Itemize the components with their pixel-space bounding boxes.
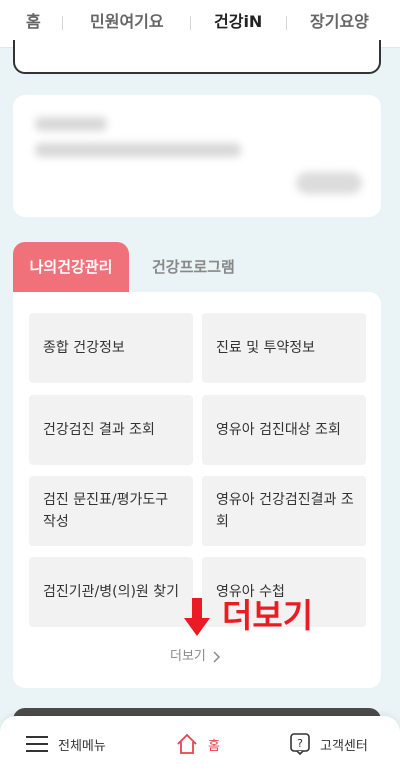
help-icon: ? [290,733,310,755]
tab-divider [62,16,63,30]
nav-all-menu[interactable]: 전체메뉴 [26,716,106,772]
menu-tile-label: 검진 문진표/평가도구 작성 [43,492,169,530]
menu-tile-label: 건강검진 결과 조회 [43,422,155,438]
tab-health-program[interactable]: 건강프로그램 [152,242,235,293]
home-icon [177,733,197,754]
menu-tile[interactable]: 건강검진 결과 조회 [29,395,193,465]
blurred-button [296,172,362,194]
nav-home[interactable]: 홈 [176,716,220,772]
menu-tile-label: 영유아 건강검진결과 조회 [216,492,354,530]
menu-tile-label: 검진기관/병(의)원 찾기 [43,584,180,600]
tab-divider [286,16,287,30]
blurred-text [35,143,241,157]
tab-divider [190,16,191,30]
blurred-text [35,117,107,131]
nav-customer-center-label: 고객센터 [320,738,368,754]
nav-all-menu-label: 전체메뉴 [58,738,106,754]
menu-tile-label: 종합 건강정보 [43,340,125,356]
tab-my-health[interactable]: 나의건강관리 [13,242,129,293]
nav-home-label: 홈 [208,738,220,754]
more-link[interactable]: 더보기 [170,646,220,668]
menu-tile[interactable]: 영유아 검진대상 조회 [202,395,366,465]
menu-tile-label: 영유아 검진대상 조회 [216,422,341,438]
chevron-right-icon [213,651,220,663]
svg-text:?: ? [297,737,303,750]
menu-tile[interactable]: 영유아 건강검진결과 조회 [202,476,366,546]
menu-tile[interactable]: 검진기관/병(의)원 찾기 [29,557,193,627]
menu-tile[interactable]: 종합 건강정보 [29,313,193,383]
more-annotation: 더보기 [222,596,314,635]
top-card-partial [13,40,381,74]
bottom-navigation: 전체메뉴 홈 ? 고객센터 [0,716,400,772]
menu-tile-label: 진료 및 투약정보 [216,340,316,356]
blurred-info-card [13,95,381,217]
hamburger-menu-icon [26,736,48,752]
menu-tile[interactable]: 검진 문진표/평가도구 작성 [29,476,193,546]
menu-tile[interactable]: 진료 및 투약정보 [202,313,366,383]
down-arrow-icon [184,598,210,636]
more-link-label: 더보기 [170,649,206,664]
nav-customer-center[interactable]: ? 고객센터 [290,716,368,772]
